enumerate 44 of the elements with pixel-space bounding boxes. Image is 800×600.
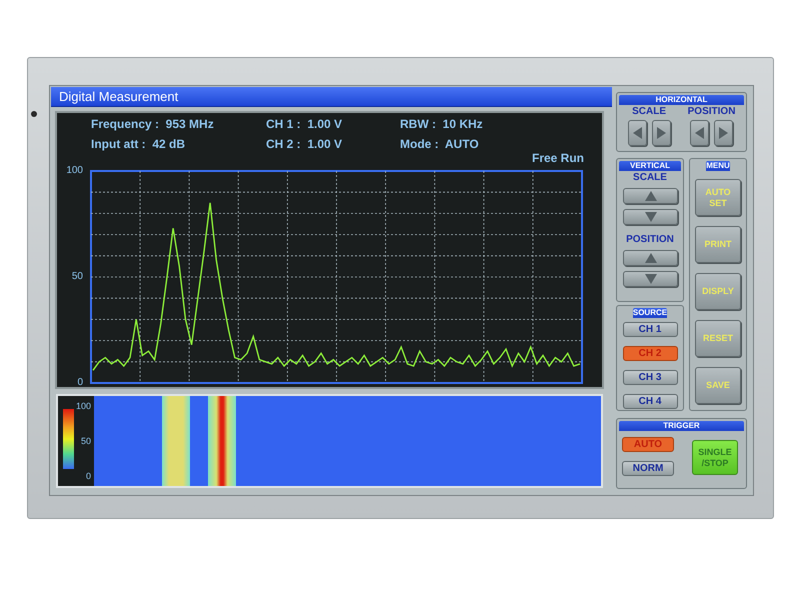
left-button[interactable]: [690, 120, 710, 146]
trigger-mode-button[interactable]: NORM: [622, 461, 674, 476]
window-title: Digital Measurement: [51, 87, 612, 107]
group-label: POSITION: [626, 234, 674, 245]
single-stop-button[interactable]: SINGLE /STOP: [692, 440, 738, 475]
readout-text: Mode : AUTO: [400, 137, 480, 152]
trigger-mode-button[interactable]: AUTO: [622, 437, 674, 452]
group-label: SCALE: [633, 172, 667, 183]
menu-button[interactable]: SAVE: [695, 367, 741, 404]
right-button[interactable]: [714, 120, 734, 146]
readout-text: Frequency : 953 MHz: [91, 117, 215, 132]
left-button[interactable]: [628, 120, 647, 146]
group-header: VERTICAL: [619, 161, 681, 171]
scale-label: 100: [76, 401, 92, 411]
up-button[interactable]: [622, 250, 678, 266]
y-tick-label: 0: [77, 377, 83, 388]
right-button[interactable]: [652, 120, 671, 146]
channel-button[interactable]: CH 3: [622, 370, 678, 385]
readout-text: RBW : 10 KHz: [400, 117, 484, 132]
channel-button[interactable]: CH 2: [622, 346, 678, 361]
group-label: SCALE: [632, 105, 666, 118]
y-tick-label: 100: [66, 165, 83, 176]
down-button[interactable]: [622, 209, 678, 225]
menu-button[interactable]: PRINT: [695, 226, 741, 263]
y-tick-label: 50: [72, 271, 83, 282]
menu-button[interactable]: RESET: [695, 320, 741, 357]
group-label: POSITION: [688, 105, 736, 118]
group-header: SOURCE: [632, 308, 668, 318]
channel-button[interactable]: CH 1: [622, 322, 678, 337]
up-button[interactable]: [622, 188, 678, 204]
readout-text: CH 2 : 1.00 V: [266, 137, 344, 152]
scale-label: 0: [86, 471, 92, 481]
readout-text: CH 1 : 1.00 V: [266, 117, 344, 132]
run-status: Free Run: [532, 151, 584, 165]
menu-button[interactable]: DISPLY: [695, 273, 741, 310]
group-header: MENU: [706, 161, 730, 171]
group-header: HORIZONTAL: [619, 95, 744, 105]
down-button[interactable]: [622, 271, 678, 287]
color-scale-bar: [63, 409, 74, 469]
scale-label: 50: [81, 436, 92, 446]
menu-button[interactable]: AUTO SET: [695, 179, 741, 216]
readout-text: Input att : 42 dB: [91, 137, 186, 152]
group-header: TRIGGER: [619, 421, 744, 431]
channel-button[interactable]: CH 4: [622, 394, 678, 409]
